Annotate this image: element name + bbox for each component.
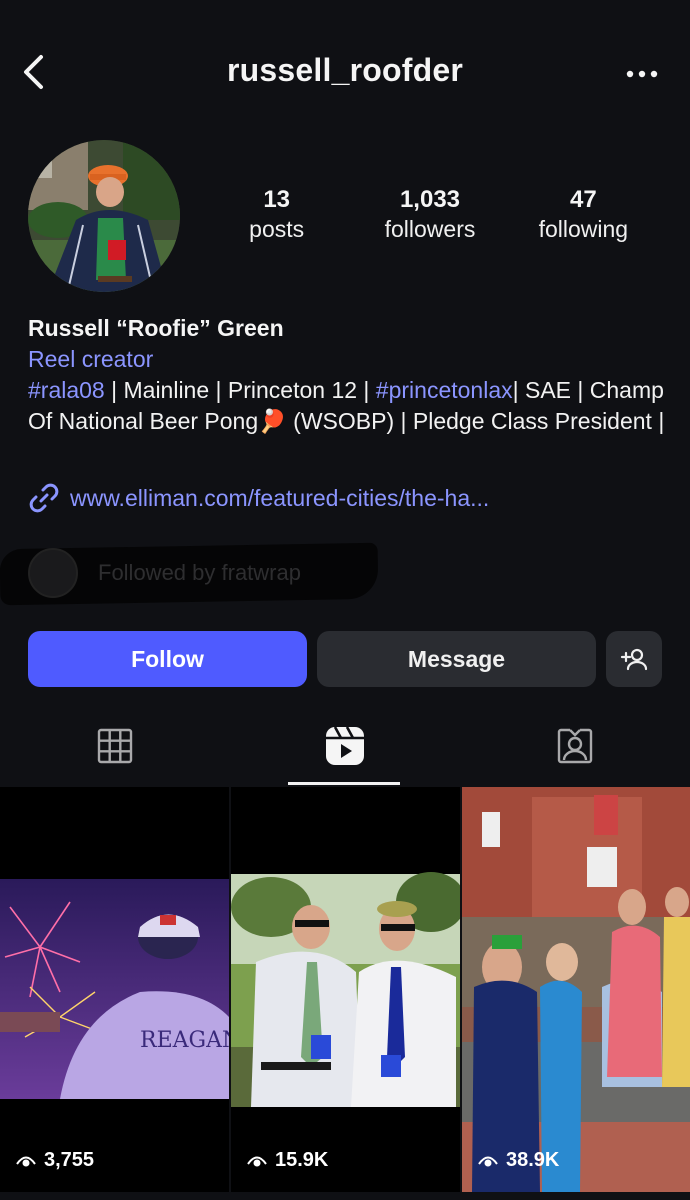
stat-value: 1,033 bbox=[399, 186, 461, 213]
follower-avatar bbox=[28, 548, 78, 598]
grid-icon bbox=[97, 728, 133, 764]
ping-pong-emoji: 🏓 bbox=[258, 408, 287, 434]
bio-link[interactable]: www.elliman.com/featured-cities/the-ha..… bbox=[28, 482, 489, 514]
avatar[interactable] bbox=[28, 140, 180, 292]
reels-icon bbox=[326, 726, 364, 765]
add-person-icon bbox=[620, 648, 648, 671]
message-button[interactable]: Message bbox=[317, 631, 596, 687]
category-label[interactable]: Reel creator bbox=[28, 344, 668, 375]
stat-value: 13 bbox=[263, 186, 291, 213]
reel-thumbnail[interactable]: 38.9K bbox=[462, 787, 690, 1192]
profile-stats: 13 posts 1,033 followers 47 following bbox=[200, 186, 660, 244]
more-icon bbox=[626, 70, 658, 78]
view-count: 15.9K bbox=[275, 1149, 329, 1171]
suggested-users-button[interactable] bbox=[606, 631, 662, 687]
profile-bio: Russell “Roofie” Green Reel creator #ral… bbox=[28, 312, 668, 437]
bio-segment: | Mainline | Princeton 12 | bbox=[104, 377, 376, 403]
eye-icon bbox=[16, 1156, 36, 1166]
reel-caption: REAGAN BUSH '84 bbox=[140, 1028, 229, 1053]
stat-value: 47 bbox=[569, 186, 597, 213]
followed-by-text: Followed by fratwrap bbox=[98, 560, 301, 585]
link-icon bbox=[29, 483, 59, 513]
reel-thumbnail[interactable]: 15.9K bbox=[231, 787, 460, 1192]
reel-thumbnail[interactable]: REAGAN BUSH '84 3,755 bbox=[0, 787, 229, 1192]
reel-views: 3,755 bbox=[16, 1149, 94, 1172]
view-count: 3,755 bbox=[44, 1149, 95, 1171]
stat-label: followers bbox=[384, 216, 476, 242]
stat-posts[interactable]: 13 posts bbox=[200, 186, 353, 244]
reels-grid: REAGAN BUSH '84 3,755 bbox=[0, 787, 690, 1200]
hashtag-link[interactable]: #rala08 bbox=[28, 377, 105, 403]
stat-label: posts bbox=[249, 216, 305, 242]
username-title: russell_roofder bbox=[227, 52, 463, 88]
display-name: Russell “Roofie” Green bbox=[28, 315, 284, 341]
followed-by-row[interactable]: Followed by fratwrap bbox=[0, 540, 380, 606]
tab-reels[interactable] bbox=[230, 705, 460, 787]
view-count: 38.9K bbox=[506, 1149, 560, 1171]
stat-followers[interactable]: 1,033 followers bbox=[353, 186, 506, 244]
follow-button[interactable]: Follow bbox=[28, 631, 307, 687]
profile-header: russell_roofder bbox=[0, 0, 690, 140]
hashtag-link[interactable]: #princetonlax bbox=[376, 377, 513, 403]
tab-tagged[interactable] bbox=[460, 705, 690, 787]
profile-actions: Follow Message bbox=[28, 631, 662, 687]
content-tabs bbox=[0, 705, 690, 787]
eye-icon bbox=[247, 1156, 267, 1166]
reel-views: 38.9K bbox=[478, 1149, 559, 1172]
bio-text: #rala08 | Mainline | Princeton 12 | #pri… bbox=[28, 375, 668, 437]
tab-posts[interactable] bbox=[0, 705, 230, 787]
stat-label: following bbox=[538, 216, 629, 242]
more-options-button[interactable] bbox=[622, 56, 662, 92]
reel-views: 15.9K bbox=[247, 1149, 328, 1172]
stat-following[interactable]: 47 following bbox=[507, 186, 660, 244]
eye-icon bbox=[478, 1156, 498, 1166]
tagged-icon bbox=[557, 728, 593, 764]
bio-segment: (WSOBP) | Pledge Class President | bbox=[286, 408, 665, 434]
link-url[interactable]: www.elliman.com/featured-cities/the-ha..… bbox=[70, 485, 489, 512]
